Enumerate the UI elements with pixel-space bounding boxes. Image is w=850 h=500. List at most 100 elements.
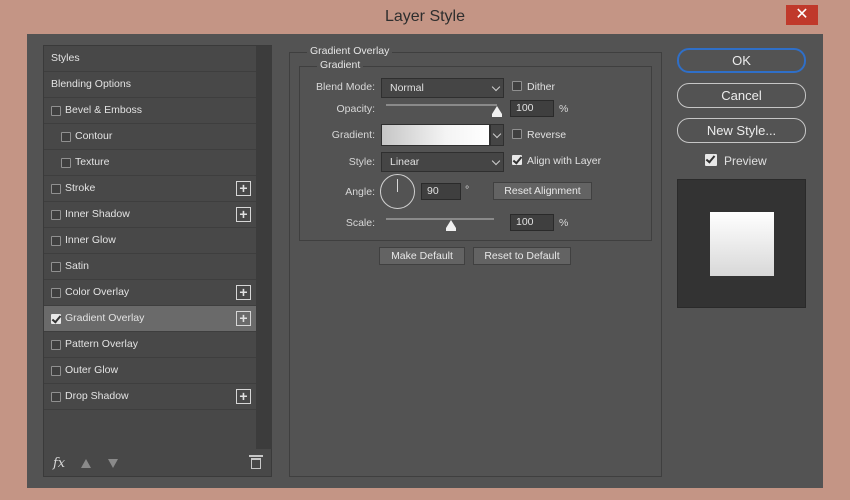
style-item-bevel-emboss[interactable]: Bevel & Emboss — [44, 98, 256, 124]
style-item-checkbox[interactable] — [51, 106, 61, 116]
styles-scrollbar[interactable] — [256, 46, 272, 449]
gradient-label: Gradient: — [331, 129, 375, 141]
style-value: Linear — [390, 156, 420, 168]
blend-mode-value: Normal — [390, 82, 424, 94]
style-item-inner-glow[interactable]: Inner Glow — [44, 228, 256, 254]
style-item-label: Satin — [65, 260, 89, 272]
add-effect-icon[interactable]: + — [236, 285, 251, 300]
opacity-label: Opacity: — [336, 103, 375, 115]
style-item-checkbox[interactable] — [51, 314, 61, 324]
angle-label: Angle: — [345, 186, 375, 198]
fx-icon[interactable]: fx — [53, 456, 65, 471]
preview-checkbox[interactable] — [705, 154, 717, 166]
close-button[interactable]: ✕ — [786, 5, 818, 25]
chevron-down-icon — [491, 156, 501, 166]
gradient-subgroup-title: Gradient — [317, 59, 364, 71]
style-item-label: Outer Glow — [65, 364, 119, 376]
angle-dial[interactable] — [380, 174, 415, 209]
style-item-outer-glow[interactable]: Outer Glow — [44, 358, 256, 384]
new-style-button[interactable]: New Style... — [677, 118, 806, 143]
styles-list: Styles Blending Options Bevel & Emboss Cont… — [44, 46, 256, 410]
cancel-button[interactable]: Cancel — [677, 83, 806, 108]
style-item-checkbox[interactable] — [51, 288, 61, 298]
ok-button[interactable]: OK — [677, 48, 806, 73]
add-effect-icon[interactable]: + — [236, 311, 251, 326]
angle-input[interactable]: 90 — [421, 183, 461, 200]
opacity-unit: % — [559, 103, 569, 115]
style-item-checkbox[interactable] — [61, 158, 71, 168]
style-select[interactable]: Linear — [381, 152, 504, 172]
blend-mode-select[interactable]: Normal — [381, 78, 504, 98]
style-item-label: Texture — [75, 156, 110, 168]
style-item-color-overlay[interactable]: Color Overlay + — [44, 280, 256, 306]
style-item-stroke[interactable]: Stroke + — [44, 176, 256, 202]
style-item-checkbox[interactable] — [51, 236, 61, 246]
style-item-label: Drop Shadow — [65, 390, 129, 402]
style-item-label: Gradient Overlay — [65, 312, 145, 324]
style-item-blending-options[interactable]: Blending Options — [44, 72, 256, 98]
style-item-gradient-overlay[interactable]: Gradient Overlay + — [44, 306, 256, 332]
style-item-label: Inner Shadow — [65, 208, 130, 220]
gradient-overlay-title: Gradient Overlay — [307, 45, 393, 57]
dither-label: Dither — [527, 81, 556, 93]
opacity-slider-track[interactable] — [386, 104, 497, 106]
preview-label: Preview — [724, 154, 767, 168]
scale-input[interactable]: 100 — [510, 214, 554, 231]
style-item-inner-shadow[interactable]: Inner Shadow + — [44, 202, 256, 228]
style-label: Style: — [348, 156, 375, 168]
styles-panel: Styles Blending Options Bevel & Emboss Cont… — [43, 45, 272, 477]
style-item-contour[interactable]: Contour — [44, 124, 256, 150]
scale-unit: % — [559, 217, 569, 229]
make-default-button[interactable]: Make Default — [379, 247, 465, 265]
title-bar: Layer Style ✕ — [0, 0, 850, 36]
reset-alignment-button[interactable]: Reset Alignment — [493, 182, 592, 200]
align-with-layer-checkbox[interactable] — [512, 155, 522, 165]
style-item-label: Styles — [51, 52, 80, 64]
style-item-label: Pattern Overlay — [65, 338, 138, 350]
style-item-label: Contour — [75, 130, 113, 142]
reverse-label: Reverse — [527, 129, 567, 141]
style-item-checkbox[interactable] — [51, 184, 61, 194]
gradient-swatch[interactable] — [381, 124, 490, 146]
style-item-label: Color Overlay — [65, 286, 130, 298]
style-item-checkbox[interactable] — [51, 210, 61, 220]
opacity-input[interactable]: 100 — [510, 100, 554, 117]
add-effect-icon[interactable]: + — [236, 207, 251, 222]
style-item-checkbox[interactable] — [51, 392, 61, 402]
style-item-checkbox[interactable] — [61, 132, 71, 142]
window-title: Layer Style — [384, 8, 466, 25]
style-item-checkbox[interactable] — [51, 262, 61, 272]
style-item-label: Blending Options — [51, 78, 131, 90]
scale-slider-track[interactable] — [386, 218, 494, 220]
style-item-label: Bevel & Emboss — [65, 104, 143, 116]
style-item-drop-shadow[interactable]: Drop Shadow + — [44, 384, 256, 410]
chevron-down-icon — [491, 82, 501, 92]
trash-icon[interactable] — [249, 455, 263, 469]
opacity-slider-thumb[interactable] — [492, 106, 502, 117]
style-item-checkbox[interactable] — [51, 340, 61, 350]
style-item-satin[interactable]: Satin — [44, 254, 256, 280]
reverse-checkbox[interactable] — [512, 129, 522, 139]
styles-panel-footer: fx — [44, 449, 272, 477]
chevron-down-icon — [492, 129, 502, 139]
style-item-texture[interactable]: Texture — [44, 150, 256, 176]
preview-swatch — [710, 212, 774, 276]
preview-box — [677, 179, 806, 308]
add-effect-icon[interactable]: + — [236, 181, 251, 196]
move-down-icon[interactable] — [108, 459, 118, 468]
scale-slider-thumb[interactable] — [445, 220, 456, 231]
move-up-icon[interactable] — [81, 459, 91, 468]
style-item-styles[interactable]: Styles — [44, 46, 256, 72]
reset-to-default-button[interactable]: Reset to Default — [473, 247, 571, 265]
style-item-label: Stroke — [65, 182, 96, 194]
add-effect-icon[interactable]: + — [236, 389, 251, 404]
align-with-layer-label: Align with Layer — [527, 155, 602, 167]
scale-label: Scale: — [345, 217, 375, 229]
style-item-label: Inner Glow — [65, 234, 116, 246]
style-item-pattern-overlay[interactable]: Pattern Overlay — [44, 332, 256, 358]
blend-mode-label: Blend Mode: — [316, 81, 375, 93]
style-item-checkbox[interactable] — [51, 366, 61, 376]
angle-unit: ° — [465, 184, 470, 196]
dither-checkbox[interactable] — [512, 81, 522, 91]
gradient-picker-button[interactable] — [490, 124, 504, 146]
